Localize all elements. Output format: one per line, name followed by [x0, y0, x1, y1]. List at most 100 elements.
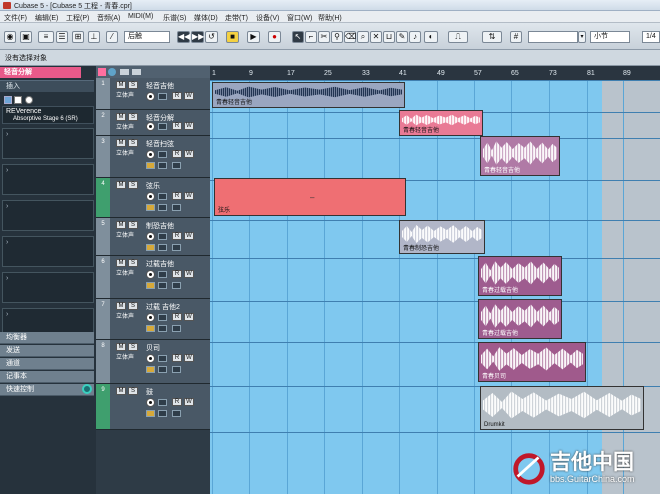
chevron-down-icon[interactable]: ▾: [578, 31, 586, 43]
insert-slot-3[interactable]: ›: [2, 164, 94, 195]
write-automation-button[interactable]: W: [184, 313, 194, 321]
lock-icon[interactable]: [158, 282, 167, 289]
audio-event[interactable]: 青春轻音吉他: [399, 110, 483, 136]
mute-button[interactable]: M: [116, 343, 126, 351]
audio-event[interactable]: 青春轻音吉他: [480, 136, 560, 176]
lock-icon[interactable]: [158, 204, 167, 211]
glue-tool-icon[interactable]: ⚲: [331, 31, 343, 43]
menu-help[interactable]: 帮助(H): [318, 13, 342, 23]
mute-button[interactable]: M: [116, 259, 126, 267]
folder-icon[interactable]: [172, 282, 181, 289]
menu-score[interactable]: 乐谱(S): [163, 13, 186, 23]
write-automation-button[interactable]: W: [184, 192, 194, 200]
audio-event[interactable]: 青春过载吉他: [478, 256, 562, 296]
inspector-quickcontrols-section[interactable]: 快速控制: [0, 384, 94, 396]
rewind-icon[interactable]: ◀◀: [177, 31, 190, 43]
color-tool-icon[interactable]: ◐: [424, 31, 438, 43]
menu-transport[interactable]: 走带(T): [225, 13, 248, 23]
mute-button[interactable]: M: [116, 113, 126, 121]
inspector-sends-section[interactable]: 发送: [0, 345, 94, 357]
edit-channel-icon[interactable]: [146, 410, 155, 417]
play-tool-icon[interactable]: ♪: [409, 31, 421, 43]
arrow-tool-icon[interactable]: ↖: [292, 31, 304, 43]
activate-project-icon[interactable]: ◉: [4, 31, 16, 43]
mute-tool-icon[interactable]: ✕: [370, 31, 382, 43]
track-add-icon[interactable]: [98, 68, 106, 76]
mute-all-icon[interactable]: [120, 69, 129, 75]
draw-tool-icon[interactable]: ✎: [396, 31, 408, 43]
menu-project[interactable]: 工程(P): [66, 13, 89, 23]
record-enable-icon[interactable]: [146, 313, 155, 322]
record-enable-icon[interactable]: [146, 354, 155, 363]
forward-icon[interactable]: ▶▶: [191, 31, 204, 43]
track-name[interactable]: 弦乐: [146, 181, 160, 191]
audio-event[interactable]: – 弦乐: [214, 178, 406, 216]
read-automation-button[interactable]: R: [172, 313, 182, 321]
range-tool-icon[interactable]: ⌐: [305, 31, 317, 43]
inspector-inserts-header[interactable]: 插入: [0, 80, 94, 92]
record-enable-icon[interactable]: [146, 192, 155, 201]
folder-icon[interactable]: [172, 366, 181, 373]
timeline-icon[interactable]: ⁄: [106, 31, 118, 43]
folder-icon[interactable]: [172, 204, 181, 211]
menu-audio[interactable]: 音频(A): [97, 13, 120, 23]
monitor-icon[interactable]: [158, 399, 167, 406]
mute-button[interactable]: M: [116, 302, 126, 310]
audio-event[interactable]: 青春轻音吉他: [212, 82, 405, 108]
track-name[interactable]: 轻音扫弦: [146, 139, 174, 149]
write-automation-button[interactable]: W: [184, 398, 194, 406]
write-automation-button[interactable]: W: [184, 354, 194, 362]
solo-button[interactable]: S: [128, 181, 138, 189]
audio-event[interactable]: Drumkit: [480, 386, 644, 430]
arrangement-area[interactable]: 1 9 17 25 33 41 49 57 65 73 81 89 青春轻音吉他 青春轻音吉他 青春轻音吉…: [210, 66, 660, 494]
record-enable-icon[interactable]: [146, 122, 155, 131]
write-automation-button[interactable]: W: [184, 122, 194, 130]
quantize-icon[interactable]: ⇅: [482, 31, 502, 43]
monitor-icon[interactable]: [158, 314, 167, 321]
play-icon[interactable]: ▶: [247, 31, 260, 43]
record-enable-icon[interactable]: [146, 150, 155, 159]
monitor-icon[interactable]: [158, 193, 167, 200]
record-enable-icon[interactable]: [146, 92, 155, 101]
grid-lines-icon[interactable]: ☰: [56, 31, 68, 43]
read-automation-button[interactable]: R: [172, 270, 182, 278]
track-row-9[interactable]: 9 MS鼓 RW: [96, 384, 210, 430]
record-enable-icon[interactable]: [146, 398, 155, 407]
menu-media[interactable]: 媒体(D): [194, 13, 218, 23]
read-automation-button[interactable]: R: [172, 150, 182, 158]
audio-event[interactable]: 青春制恐吉他: [399, 220, 485, 254]
snap-icon[interactable]: ⎍: [448, 31, 468, 43]
menu-midi[interactable]: MIDI(M): [128, 13, 153, 20]
edit-channel-icon[interactable]: [146, 282, 155, 289]
read-automation-button[interactable]: R: [172, 354, 182, 362]
solo-button[interactable]: S: [128, 221, 138, 229]
monitor-icon[interactable]: [158, 123, 167, 130]
time-warp-icon[interactable]: ⊔: [383, 31, 395, 43]
track-name[interactable]: 制恐吉他: [146, 221, 174, 231]
lock-icon[interactable]: [158, 366, 167, 373]
solo-all-icon[interactable]: [132, 69, 141, 75]
quantize-value[interactable]: 1/4: [642, 31, 660, 43]
menu-window[interactable]: 窗口(W): [287, 13, 312, 23]
folder-icon[interactable]: [172, 244, 181, 251]
edit-channel-icon[interactable]: [146, 366, 155, 373]
mute-button[interactable]: M: [116, 387, 126, 395]
mode-select[interactable]: 后触: [124, 31, 170, 43]
erase-tool-icon[interactable]: ⌫: [344, 31, 356, 43]
solo-button[interactable]: S: [128, 387, 138, 395]
zoom-tool-icon[interactable]: ⌕: [357, 31, 369, 43]
menu-edit[interactable]: 编辑(E): [35, 13, 58, 23]
mute-button[interactable]: M: [116, 81, 126, 89]
inspector-power-icon[interactable]: [14, 96, 22, 104]
edit-channel-icon[interactable]: [146, 244, 155, 251]
solo-button[interactable]: S: [128, 259, 138, 267]
read-automation-button[interactable]: R: [172, 232, 182, 240]
audio-event[interactable]: 青春过载吉他: [478, 299, 562, 339]
solo-button[interactable]: S: [128, 302, 138, 310]
track-row-1[interactable]: 1 M S 轻音吉他 立体声 R W: [96, 78, 210, 110]
track-row-2[interactable]: 2 M S 轻音分解 立体声 R W: [96, 110, 210, 136]
track-name[interactable]: 鼓: [146, 387, 153, 397]
grid-icon[interactable]: #: [510, 31, 522, 43]
inspector-track-name[interactable]: 轻音分解: [0, 67, 81, 78]
insert-slot-2[interactable]: ›: [2, 128, 94, 159]
